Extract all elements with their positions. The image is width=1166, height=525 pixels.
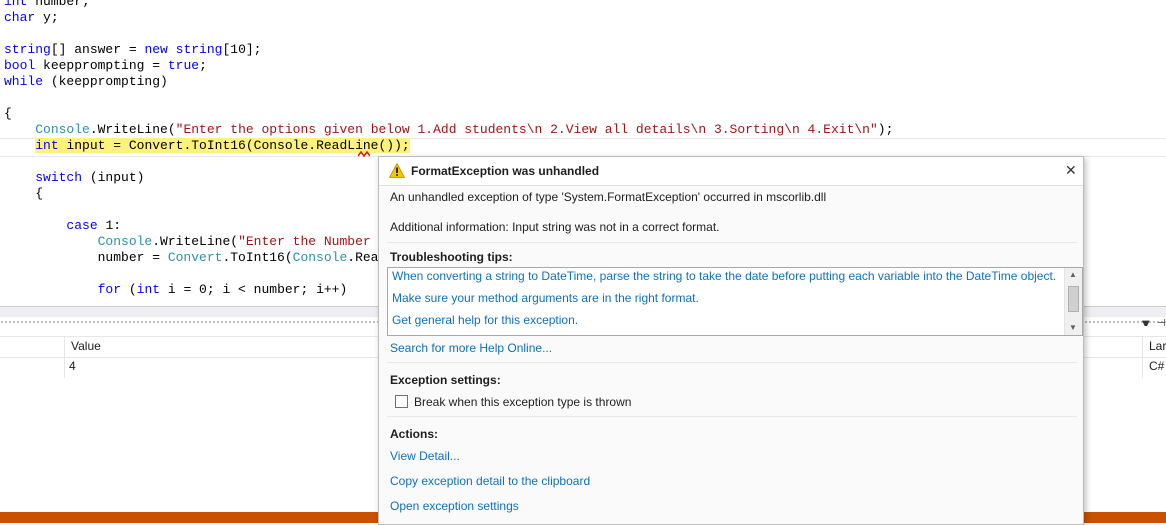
tip-link-datetime[interactable]: When converting a string to DateTime, pa… [392,269,1056,283]
tips-scrollbar[interactable]: ▲ ▼ [1064,268,1082,335]
code-line-13: { [4,186,44,201]
tip-link-general-help[interactable]: Get general help for this exception. [392,313,578,327]
scroll-down-icon[interactable]: ▼ [1069,323,1077,332]
local-language-cell: C# [1149,359,1165,373]
exception-message: An unhandled exception of type 'System.F… [390,190,827,204]
code-line-6: while (keepprompting) [4,74,168,89]
code-line-9: Console.WriteLine("Enter the options giv… [35,122,894,137]
scroll-thumb[interactable] [1068,286,1079,312]
error-squiggle-icon [358,150,370,158]
column-header-value[interactable]: Value [71,339,101,353]
code-line-17: number = Convert.ToInt16(Console.ReadLin… [4,250,426,265]
warning-icon [389,163,405,178]
code-line-1: int number; [4,0,90,9]
column-header-language[interactable]: Lar [1149,339,1166,353]
column-divider[interactable] [64,336,65,378]
code-line-8: { [4,106,12,121]
close-icon[interactable]: ✕ [1065,162,1077,179]
troubleshooting-tips-list[interactable]: When converting a string to DateTime, pa… [387,267,1083,336]
break-on-exception-checkbox[interactable] [395,395,408,408]
scroll-up-icon[interactable]: ▲ [1069,270,1077,279]
view-detail-link[interactable]: View Detail... [390,449,460,463]
divider [387,362,1077,363]
code-line-19: for (int i = 0; i < number; i++) [97,282,348,297]
code-line-5: bool keepprompting = true; [4,58,207,73]
exception-title: FormatException was unhandled [411,164,600,178]
code-line-10-current: int input = Convert.ToInt16(Console.Read… [35,138,410,153]
additional-information: Additional information: Input string was… [390,220,720,234]
code-line-4: string[] answer = new string[10]; [4,42,262,57]
exception-settings-heading: Exception settings: [390,373,501,387]
actions-heading: Actions: [390,427,438,441]
divider [387,416,1077,417]
divider [387,242,1077,243]
column-divider[interactable] [1142,336,1143,378]
open-exception-settings-link[interactable]: Open exception settings [390,499,519,513]
code-line-16: Console.WriteLine("Enter the Number of S… [97,234,426,249]
code-line-2: char y; [4,10,59,25]
search-help-online-link[interactable]: Search for more Help Online... [390,341,552,355]
exception-title-bar: FormatException was unhandled ✕ [379,157,1083,186]
code-line-12: switch (input) [35,170,145,185]
local-value-cell[interactable]: 4 [69,359,76,373]
break-on-exception-label[interactable]: Break when this exception type is thrown [414,395,631,409]
tip-link-arguments[interactable]: Make sure your method arguments are in t… [392,291,699,305]
troubleshooting-heading: Troubleshooting tips: [390,250,513,264]
exception-assistant: FormatException was unhandled ✕ An unhan… [378,156,1084,525]
copy-exception-detail-link[interactable]: Copy exception detail to the clipboard [390,474,590,488]
code-line-15: case 1: [66,218,122,233]
